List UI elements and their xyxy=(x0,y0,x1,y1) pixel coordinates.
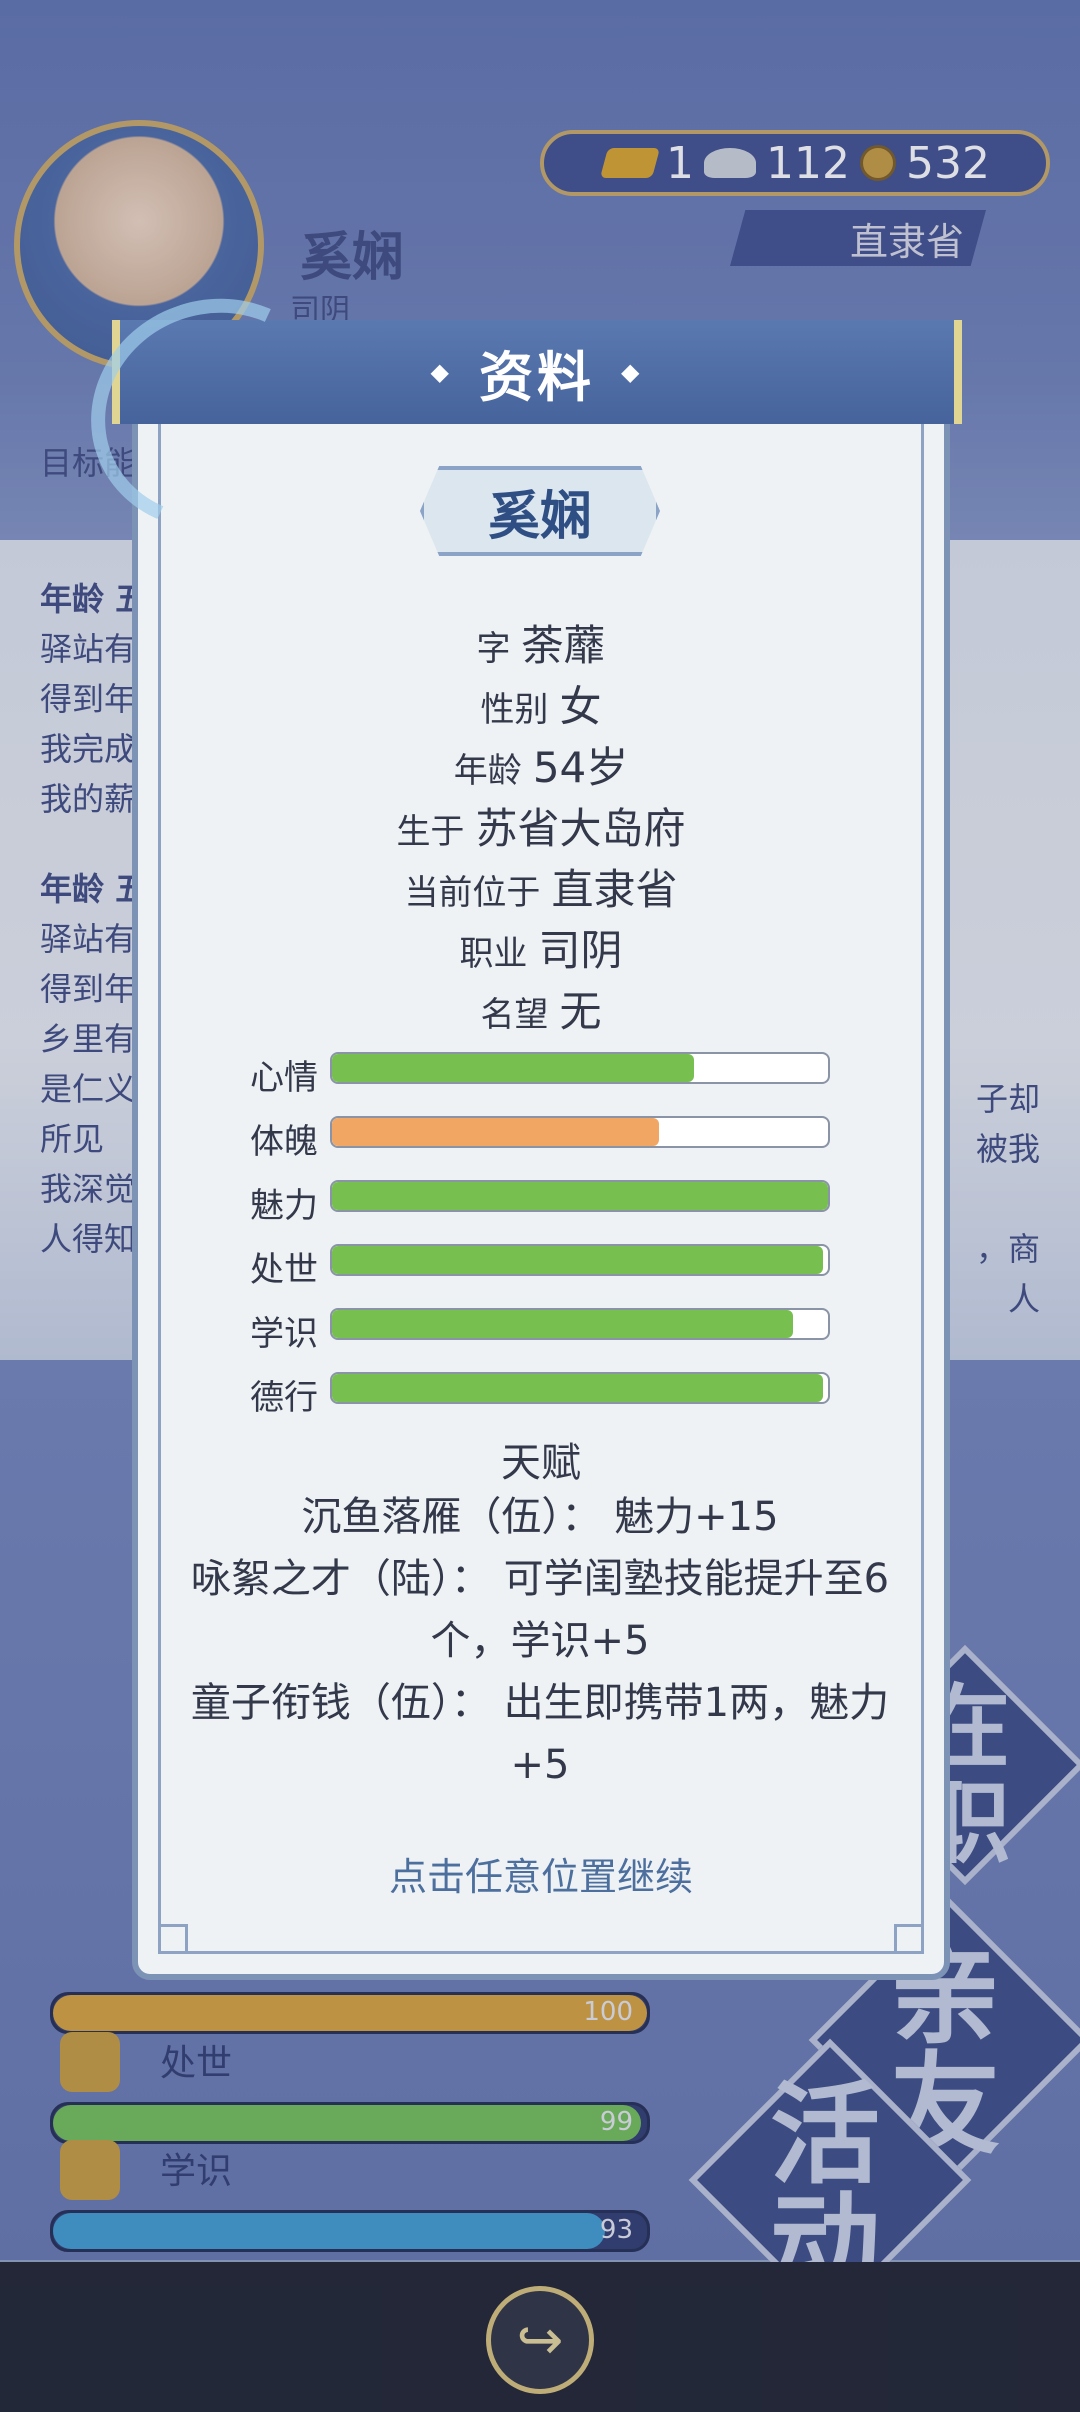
attribute-bar-label: 德行 xyxy=(250,1378,318,1418)
field-row: 生于 苏省大岛府 xyxy=(132,795,950,856)
attribute-bar-row: 魅力 xyxy=(230,1180,830,1226)
attribute-bar-row: 体魄 xyxy=(230,1116,830,1162)
field-value: 女 xyxy=(559,682,602,731)
attribute-bar-fill xyxy=(332,1182,828,1210)
field-key: 年龄 xyxy=(453,751,522,791)
attribute-bar-fill xyxy=(332,1310,794,1338)
field-row: 字 荼蘼 xyxy=(132,612,950,673)
field-value: 苏省大岛府 xyxy=(475,804,686,853)
field-value: 54岁 xyxy=(532,743,629,792)
attribute-bar-track xyxy=(330,1244,830,1276)
talent-item: 童子衔钱（伍）： 出生即携带1两，魅力+5 xyxy=(190,1680,890,1788)
attribute-bar-label: 处世 xyxy=(250,1250,318,1290)
attribute-bar-track xyxy=(330,1052,830,1084)
talent-item: 咏絮之才（陆）： 可学闺塾技能提升至6个，学识+5 xyxy=(190,1556,890,1664)
attribute-bar-row: 学识 xyxy=(230,1308,830,1354)
attribute-bar-label: 体魄 xyxy=(250,1122,318,1162)
field-key: 职业 xyxy=(459,934,528,974)
diamond-icon: ◆ xyxy=(430,358,453,386)
field-key: 字 xyxy=(476,629,511,669)
talent-title: 天赋 xyxy=(501,1440,581,1486)
attribute-bar-label: 心情 xyxy=(250,1058,318,1098)
field-value: 司阴 xyxy=(538,926,623,975)
corner-ornament xyxy=(158,1924,188,1954)
attribute-bar-fill xyxy=(332,1054,695,1082)
attribute-bar-fill xyxy=(332,1374,824,1402)
field-row: 性别 女 xyxy=(132,673,950,734)
attribute-bar-track xyxy=(330,1372,830,1404)
field-key: 性别 xyxy=(480,690,549,730)
diamond-icon: ◆ xyxy=(621,358,644,386)
field-row: 名望 无 xyxy=(132,978,950,1039)
attribute-bar-track xyxy=(330,1180,830,1212)
attribute-bar-fill xyxy=(332,1118,660,1146)
field-value: 荼蘼 xyxy=(521,621,606,670)
attribute-bar-row: 心情 xyxy=(230,1052,830,1098)
attribute-bar-label: 学识 xyxy=(250,1314,318,1354)
dialog-title: 资料 xyxy=(479,345,595,409)
attribute-bar-row: 处世 xyxy=(230,1244,830,1290)
field-value: 直隶省 xyxy=(551,865,678,914)
attribute-bar-track xyxy=(330,1116,830,1148)
attribute-bar-fill xyxy=(332,1246,824,1274)
field-value: 无 xyxy=(559,987,602,1036)
field-key: 名望 xyxy=(480,995,549,1035)
field-row: 职业 司阴 xyxy=(132,917,950,978)
field-row: 年龄 54岁 xyxy=(132,734,950,795)
corner-ornament xyxy=(894,1924,924,1954)
name-plate: 奚娴 xyxy=(420,466,660,556)
continue-hint: 点击任意位置继续 xyxy=(388,1855,693,1899)
field-key: 当前位于 xyxy=(404,873,541,913)
attribute-bar-label: 魅力 xyxy=(250,1186,318,1226)
talent-item: 沉鱼落雁（伍）： 魅力+15 xyxy=(301,1494,779,1540)
field-row: 当前位于 直隶省 xyxy=(132,856,950,917)
attribute-bar-track xyxy=(330,1308,830,1340)
field-key: 生于 xyxy=(396,812,465,852)
attribute-bar-row: 德行 xyxy=(230,1372,830,1418)
